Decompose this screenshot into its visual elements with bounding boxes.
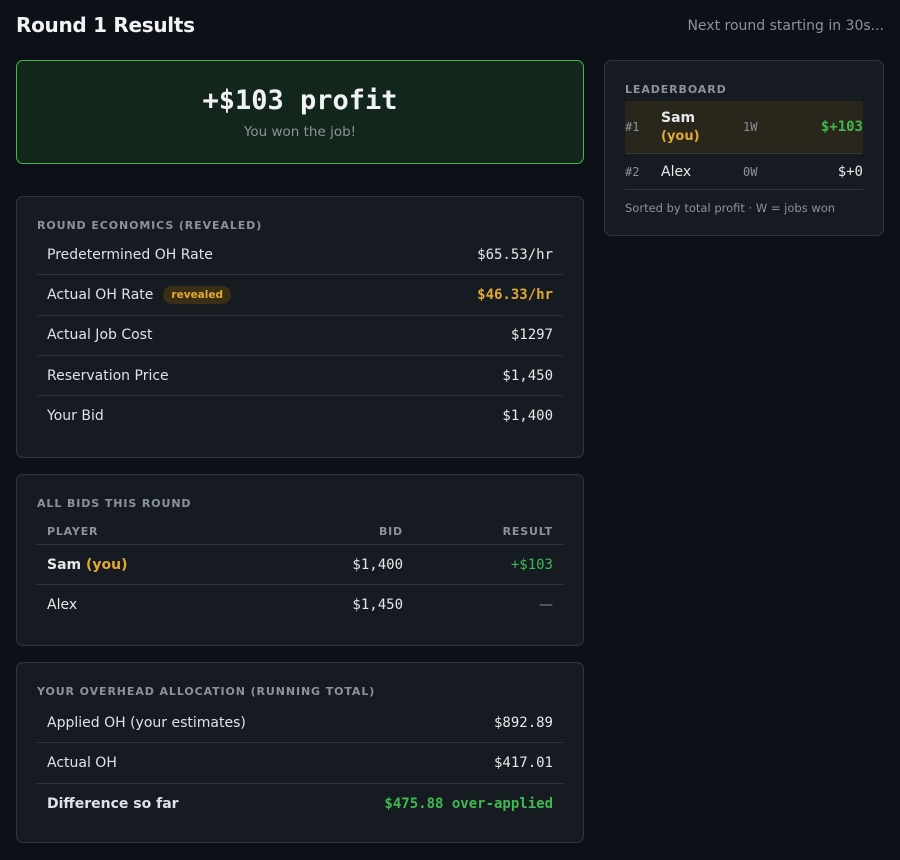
economics-row-your-bid: Your Bid $1,400 — [37, 396, 563, 436]
row-label: Actual Job Cost — [47, 327, 153, 344]
section-label: ROUND ECONOMICS (REVEALED) — [37, 219, 263, 232]
page-title: Round 1 Results — [16, 13, 195, 37]
player-cell: Sam (you) — [661, 109, 743, 146]
result-cell: +$103 — [510, 556, 553, 573]
jobs-won: 0W — [743, 164, 758, 179]
you-tag: (you) — [661, 128, 700, 144]
column-header-player: PLAYER — [47, 525, 99, 538]
column-header-result: RESULT — [502, 525, 553, 538]
profit-amount: +$103 profit — [202, 85, 398, 116]
economics-row-reservation-price: Reservation Price $1,450 — [37, 356, 563, 397]
row-value: $1297 — [510, 327, 553, 344]
total-profit: $+103 — [820, 119, 863, 135]
overhead-row-actual: Actual OH $417.01 — [37, 743, 563, 784]
row-label: Reservation Price — [47, 367, 169, 384]
player-name: Sam — [661, 109, 696, 126]
rank: #2 — [625, 164, 640, 179]
row-value: $1,450 — [502, 367, 553, 384]
next-round-countdown: Next round starting in 30s... — [687, 18, 884, 34]
column-header-bid: BID — [378, 525, 403, 538]
win-message: You won the job! — [243, 124, 357, 140]
row-value: $417.01 — [493, 754, 553, 771]
result-cell: — — [539, 597, 553, 613]
section-label: LEADERBOARD — [625, 83, 727, 96]
row-label: Applied OH (your estimates) — [47, 714, 246, 731]
section-label: ALL BIDS THIS ROUND — [37, 497, 192, 510]
total-profit: $+0 — [837, 163, 863, 180]
table-row: Alex $1,450 — — [37, 585, 563, 625]
bids-table: PLAYER BID RESULT Sam (you) $1,400 +$103… — [37, 519, 563, 625]
bid-cell: $1,450 — [352, 597, 403, 613]
row-value: $46.33/hr — [477, 286, 553, 303]
you-tag: (you) — [86, 556, 128, 573]
row-value: $1,400 — [502, 408, 553, 425]
row-label: Predetermined OH Rate — [47, 246, 213, 263]
overhead-row-difference: Difference so far $475.88 over-applied — [37, 784, 563, 824]
bid-cell: $1,400 — [352, 556, 403, 573]
profit-banner: +$103 profit You won the job! — [16, 60, 584, 164]
player-name: Alex — [47, 597, 78, 613]
leaderboard-card: LEADERBOARD #1 Sam (you) 1W $+103 #2 Ale… — [604, 60, 884, 236]
table-row: Sam (you) $1,400 +$103 — [37, 545, 563, 585]
row-label: Difference so far — [47, 795, 179, 812]
leaderboard-row: #1 Sam (you) 1W $+103 — [625, 101, 863, 154]
player-name: Sam — [47, 556, 82, 573]
leaderboard-row: #2 Alex 0W $+0 — [625, 154, 863, 190]
overhead-row-applied: Applied OH (your estimates) $892.89 — [37, 703, 563, 744]
economics-row-actual-oh: Actual OH Rate revealed $46.33/hr — [37, 275, 563, 316]
player-name: Alex — [661, 163, 692, 180]
economics-row-predetermined-oh: Predetermined OH Rate $65.53/hr — [37, 235, 563, 276]
section-label: YOUR OVERHEAD ALLOCATION (RUNNING TOTAL) — [37, 685, 376, 698]
row-label: Your Bid — [47, 408, 104, 425]
round-economics-card: ROUND ECONOMICS (REVEALED) Predetermined… — [16, 196, 584, 458]
row-label: Actual OH — [47, 754, 117, 771]
row-value: $65.53/hr — [477, 246, 553, 263]
leaderboard-note: Sorted by total profit · W = jobs won — [625, 201, 836, 215]
player-cell: Sam (you) — [47, 557, 243, 573]
row-label-wrap: Actual OH Rate revealed — [47, 285, 232, 304]
revealed-badge: revealed — [163, 285, 232, 304]
jobs-won: 1W — [743, 120, 758, 134]
row-value: $892.89 — [493, 714, 553, 731]
bids-table-header: PLAYER BID RESULT — [37, 519, 563, 545]
overhead-allocation-card: YOUR OVERHEAD ALLOCATION (RUNNING TOTAL)… — [16, 662, 584, 843]
all-bids-card: ALL BIDS THIS ROUND PLAYER BID RESULT Sa… — [16, 474, 584, 646]
rank: #1 — [625, 120, 640, 134]
economics-row-job-cost: Actual Job Cost $1297 — [37, 316, 563, 356]
row-label: Actual OH Rate — [47, 286, 154, 303]
row-value: $475.88 over-applied — [384, 795, 553, 812]
